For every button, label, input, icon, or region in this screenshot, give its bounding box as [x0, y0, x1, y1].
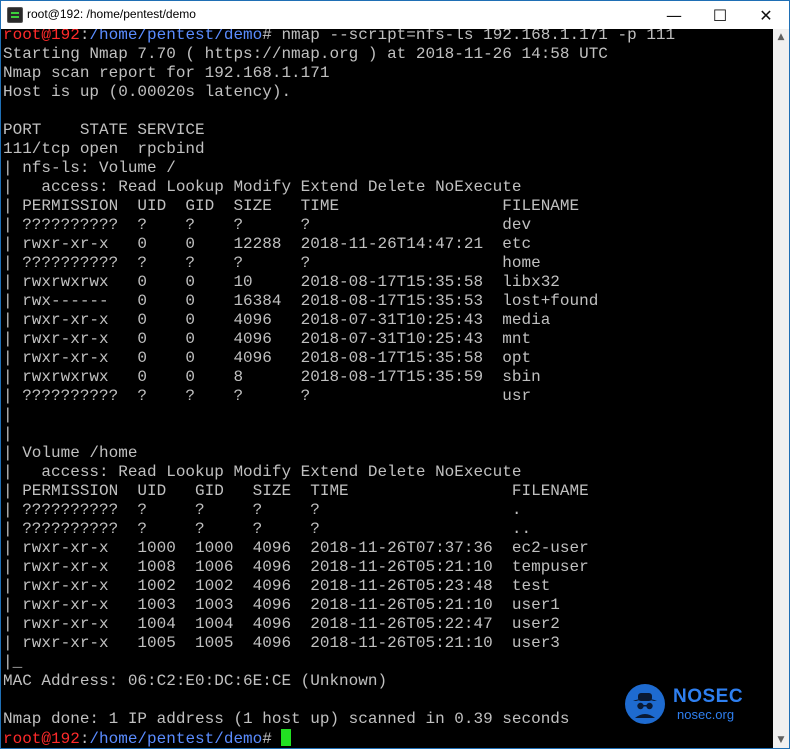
output-line: | rwxr-xr-x 1000 1000 4096 2018-11-26T07… — [3, 539, 589, 557]
output-line: | rwxrwxrwx 0 0 10 2018-08-17T15:35:58 l… — [3, 273, 560, 291]
output-line: | nfs-ls: Volume / — [3, 159, 176, 177]
command-text: nmap --script=nfs-ls 192.168.1.171 -p 11… — [281, 29, 676, 44]
output-line: | rwxr-xr-x 1002 1002 4096 2018-11-26T05… — [3, 577, 551, 595]
prompt-path: /home/pentest/demo — [89, 730, 263, 748]
output-line: | PERMISSION UID GID SIZE TIME FILENAME — [3, 482, 589, 500]
output-line: PORT STATE SERVICE — [3, 121, 205, 139]
prompt-symbol: # — [262, 730, 282, 748]
output-line: 111/tcp open rpcbind — [3, 140, 205, 158]
output-line: | access: Read Lookup Modify Extend Dele… — [3, 178, 522, 196]
output-block: Starting Nmap 7.70 ( https://nmap.org ) … — [3, 45, 675, 729]
terminal-output: root@192:/home/pentest/demo# nmap --scri… — [3, 29, 675, 748]
watermark-domain: nosec.org — [677, 707, 735, 722]
title-bar[interactable]: root@192: /home/pentest/demo — ☐ ✕ — [1, 1, 789, 29]
prompt-separator: : — [79, 29, 90, 44]
output-line: | rwxr-xr-x 0 0 12288 2018-11-26T14:47:2… — [3, 235, 532, 253]
output-line: | rwxr-xr-x 0 0 4096 2018-07-31T10:25:43… — [3, 311, 551, 329]
output-line: | rwxr-xr-x 1005 1005 4096 2018-11-26T05… — [3, 634, 560, 652]
terminal-screen[interactable]: root@192:/home/pentest/demo# nmap --scri… — [1, 29, 773, 748]
watermark-brand: NOSEC — [673, 686, 744, 707]
output-line: | rwxr-xr-x 1003 1003 4096 2018-11-26T05… — [3, 596, 560, 614]
close-button[interactable]: ✕ — [743, 1, 789, 29]
spy-hat-icon — [625, 684, 665, 724]
prompt-user-host: root@192 — [3, 730, 80, 748]
nosec-watermark: NOSEC nosec.org — [625, 684, 745, 728]
maximize-button[interactable]: ☐ — [697, 1, 743, 29]
output-line: Nmap done: 1 IP address (1 host up) scan… — [3, 710, 570, 728]
output-line: | ?????????? ? ? ? ? home — [3, 254, 541, 272]
output-line: | rwxr-xr-x 0 0 4096 2018-08-17T15:35:58… — [3, 349, 532, 367]
output-line: | — [3, 406, 13, 424]
output-line: Starting Nmap 7.70 ( https://nmap.org ) … — [3, 45, 608, 63]
output-line: Host is up (0.00020s latency). — [3, 83, 292, 101]
current-prompt-line[interactable]: root@192:/home/pentest/demo# — [3, 729, 675, 748]
output-line: Nmap scan report for 192.168.1.171 — [3, 64, 330, 82]
output-line: | ?????????? ? ? ? ? . — [3, 501, 522, 519]
window-title: root@192: /home/pentest/demo — [27, 7, 196, 21]
vertical-scrollbar[interactable]: ▲ ▼ — [773, 29, 789, 748]
output-line: | — [3, 425, 13, 443]
terminal-app-icon[interactable] — [7, 7, 23, 23]
prompt-user-host: root@192 — [3, 29, 80, 44]
prompt-symbol: # — [262, 29, 282, 44]
output-line: MAC Address: 06:C2:E0:DC:6E:CE (Unknown) — [3, 672, 388, 690]
output-line: | access: Read Lookup Modify Extend Dele… — [3, 463, 522, 481]
terminal-window: root@192: /home/pentest/demo — ☐ ✕ root@… — [0, 0, 790, 749]
output-line: | rwxr-xr-x 0 0 4096 2018-07-31T10:25:43… — [3, 330, 532, 348]
output-line: |_ — [3, 653, 23, 671]
command-line: root@192:/home/pentest/demo# nmap --scri… — [3, 29, 675, 45]
scroll-up-arrow-icon[interactable]: ▲ — [773, 29, 789, 45]
output-line: | rwxr-xr-x 1004 1004 4096 2018-11-26T05… — [3, 615, 560, 633]
prompt-path: /home/pentest/demo — [89, 29, 263, 44]
output-line: | ?????????? ? ? ? ? dev — [3, 216, 532, 234]
output-line: | rwxr-xr-x 1008 1006 4096 2018-11-26T05… — [3, 558, 589, 576]
output-line: | ?????????? ? ? ? ? usr — [3, 387, 532, 405]
minimize-button[interactable]: — — [651, 1, 697, 29]
output-line: | rwxrwxrwx 0 0 8 2018-08-17T15:35:59 sb… — [3, 368, 541, 386]
text-cursor[interactable] — [281, 729, 292, 746]
prompt-separator: : — [79, 730, 90, 748]
output-line: | ?????????? ? ? ? ? .. — [3, 520, 532, 538]
output-line: | Volume /home — [3, 444, 138, 462]
output-line: | PERMISSION UID GID SIZE TIME FILENAME — [3, 197, 580, 215]
scroll-down-arrow-icon[interactable]: ▼ — [773, 732, 789, 748]
output-line: | rwx------ 0 0 16384 2018-08-17T15:35:5… — [3, 292, 599, 310]
